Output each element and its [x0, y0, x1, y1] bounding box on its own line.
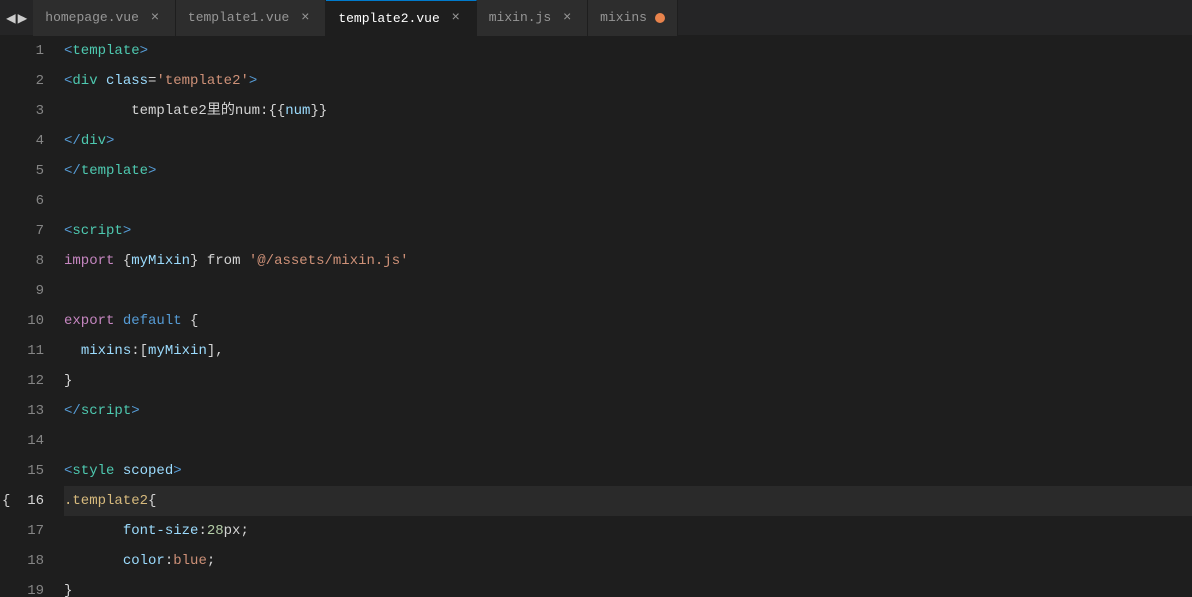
line-num-6: 6 [24, 186, 44, 216]
editor: { 1 2 3 4 5 6 7 8 9 10 11 12 13 14 [0, 36, 1192, 597]
line-num-12: 12 [24, 366, 44, 396]
line-num-3: 3 [24, 96, 44, 126]
code-line-16: .template2{ [64, 486, 1192, 516]
code-line-11: mixins:[myMixin], [64, 336, 1192, 366]
code-line-8: import {myMixin} from '@/assets/mixin.js… [64, 246, 1192, 276]
tab-template2-label: template2.vue [338, 11, 439, 26]
code-area: <template> <div class='template2'> templ… [60, 36, 1192, 597]
tab-mixin-js[interactable]: mixin.js × [477, 0, 588, 36]
nav-right-arrow[interactable]: ▶ [18, 8, 28, 28]
line-num-11: 11 [24, 336, 44, 366]
tab-mixin-js-label: mixin.js [489, 10, 551, 25]
tab-bar: ◀ ▶ homepage.vue × template1.vue × templ… [0, 0, 1192, 36]
code-line-7: <script> [64, 216, 1192, 246]
code-line-15: <style scoped> [64, 456, 1192, 486]
code-line-14 [64, 426, 1192, 456]
line-num-16: 16 [24, 486, 44, 516]
line-num-2: 2 [24, 66, 44, 96]
tab-template1[interactable]: template1.vue × [176, 0, 326, 36]
tab-homepage[interactable]: homepage.vue × [33, 0, 176, 36]
line-num-8: 8 [24, 246, 44, 276]
code-line-19: } [64, 576, 1192, 597]
line-num-17: 17 [24, 516, 44, 546]
tab-mixins-dot [655, 13, 665, 23]
tab-homepage-label: homepage.vue [45, 10, 139, 25]
code-line-18: color:blue; [64, 546, 1192, 576]
tab-mixins[interactable]: mixins [588, 0, 678, 36]
line-num-1: 1 [24, 36, 44, 66]
nav-arrows[interactable]: ◀ ▶ [0, 8, 33, 28]
line-num-15: 15 [24, 456, 44, 486]
line-num-19: 19 [24, 576, 44, 597]
tab-mixin-js-close[interactable]: × [559, 10, 575, 26]
line-num-9: 9 [24, 276, 44, 306]
line-num-5: 5 [24, 156, 44, 186]
code-line-4: </div> [64, 126, 1192, 156]
line-num-14: 14 [24, 426, 44, 456]
line-num-10: 10 [24, 306, 44, 336]
code-line-5: </template> [64, 156, 1192, 186]
code-line-6 [64, 186, 1192, 216]
nav-left-arrow[interactable]: ◀ [6, 8, 16, 28]
code-line-1: <template> [64, 36, 1192, 66]
line-num-7: 7 [24, 216, 44, 246]
code-line-2: <div class='template2'> [64, 66, 1192, 96]
tab-template1-close[interactable]: × [297, 10, 313, 26]
code-line-17: font-size:28px; [64, 516, 1192, 546]
code-line-3: template2里的num:{{num}} [64, 96, 1192, 126]
tab-template2[interactable]: template2.vue × [326, 0, 476, 36]
line-numbers: 1 2 3 4 5 6 7 8 9 10 11 12 13 14 15 16 1… [14, 36, 60, 597]
code-line-13: </script> [64, 396, 1192, 426]
code-line-9 [64, 276, 1192, 306]
tab-template1-label: template1.vue [188, 10, 289, 25]
code-line-10: export default { [64, 306, 1192, 336]
line-num-18: 18 [24, 546, 44, 576]
tab-mixins-label: mixins [600, 10, 647, 25]
tab-template2-close[interactable]: × [448, 10, 464, 26]
tab-homepage-close[interactable]: × [147, 10, 163, 26]
line-num-13: 13 [24, 396, 44, 426]
code-line-12: } [64, 366, 1192, 396]
line-num-4: 4 [24, 126, 44, 156]
